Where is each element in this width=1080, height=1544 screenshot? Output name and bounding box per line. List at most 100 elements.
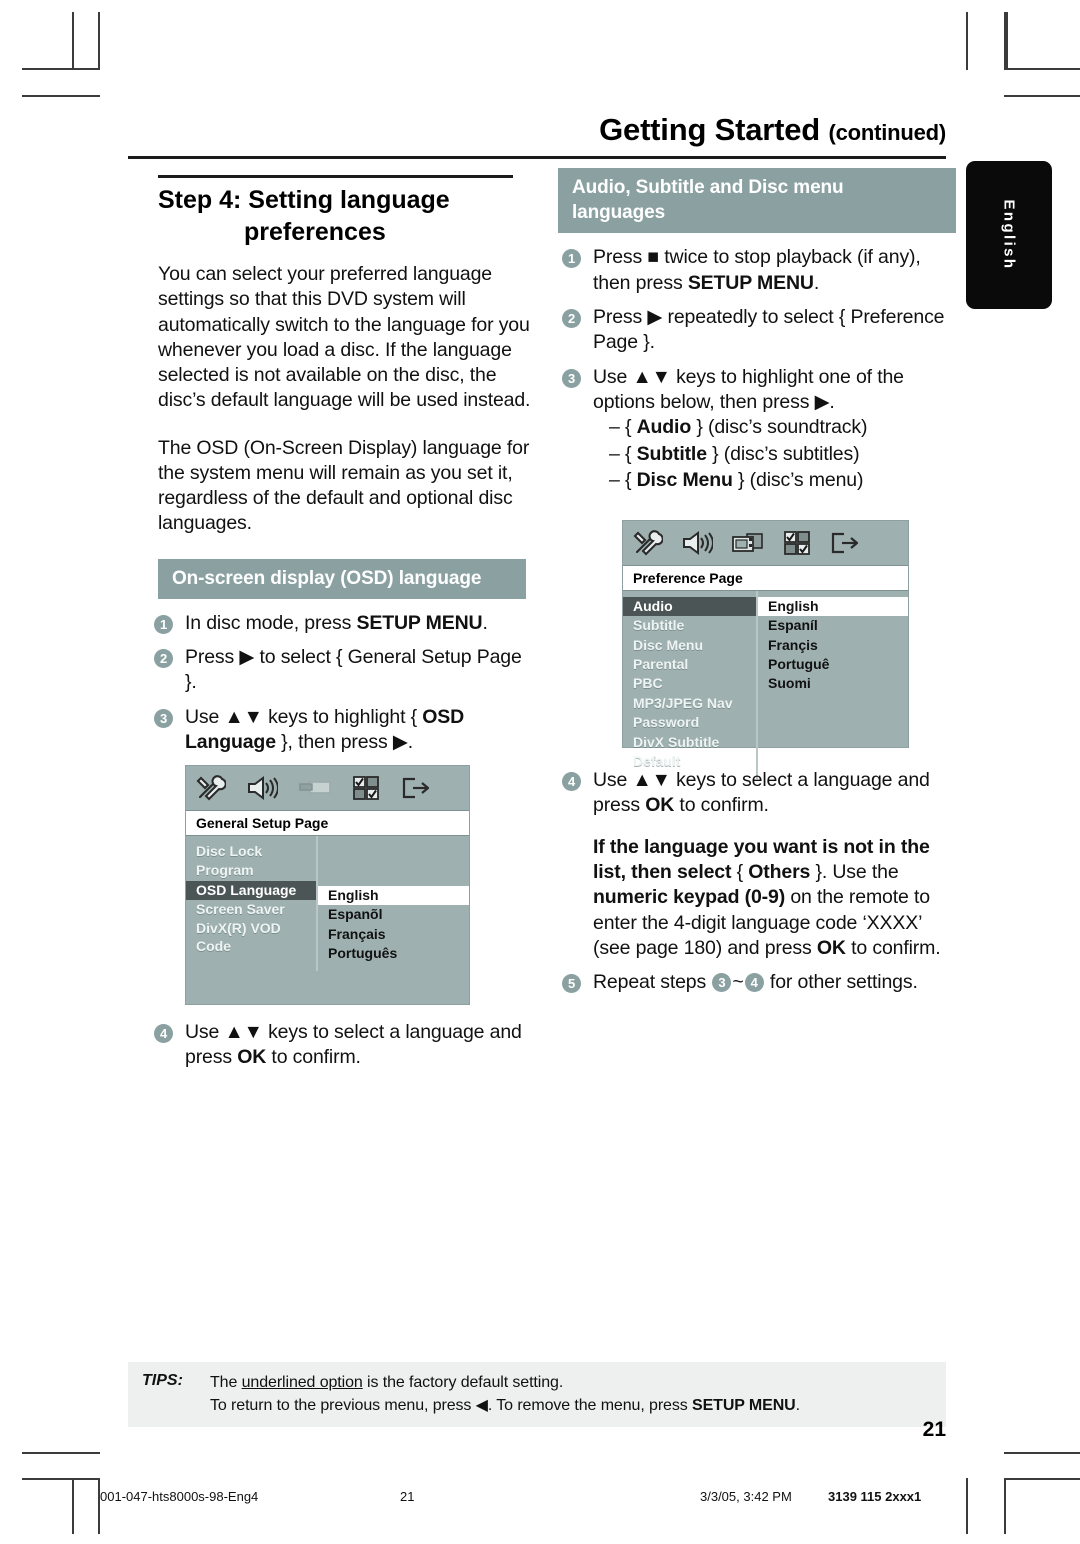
crop-mark-bottom-left-h2	[22, 1452, 100, 1454]
step-text: In disc mode, press SETUP MENU.	[185, 611, 488, 634]
osd-screenshot-general-setup: General Setup Page Disc Lock Program OSD…	[185, 765, 470, 1005]
step5-to: 4	[744, 973, 764, 993]
osd-option[interactable]: Portuguê	[758, 655, 908, 674]
osd-menu-item[interactable]: Subtitle	[623, 616, 756, 635]
osd-menu-item[interactable]: Password	[623, 713, 756, 732]
step5-from: 3	[712, 973, 732, 993]
step-text: Repeat steps 3 ~4 for other settings.	[593, 971, 918, 993]
osd-option[interactable]: Françis	[758, 636, 908, 655]
preference-steps-list: 1 Press ■ twice to stop playback (if any…	[558, 245, 948, 493]
step-heading-line2: preferences	[244, 218, 386, 246]
osd-menu-item-selected[interactable]: OSD Language	[186, 880, 316, 901]
osd-icon-bar	[623, 521, 908, 565]
step-number: 4	[562, 772, 581, 791]
footer-page-number: 21	[400, 1489, 415, 1504]
osd-steps-list: 1 In disc mode, press SETUP MENU. 2 Pres…	[150, 611, 535, 756]
osd-option[interactable]: Espanõl	[318, 905, 469, 924]
step-number: 1	[154, 614, 173, 634]
step3-option: – { Disc Menu } (disc’s menu)	[609, 468, 864, 491]
osd-option-selected[interactable]: English	[318, 886, 469, 906]
osd-menu-item[interactable]: Parental	[623, 655, 756, 674]
osd-screenshot-preference-page: Preference Page Audio Subtitle Disc Menu…	[622, 520, 909, 780]
language-tab-label: English	[1000, 199, 1018, 271]
crop-mark-top-right-v2	[1006, 12, 1008, 70]
tips-underlined-option: underlined option	[241, 1374, 363, 1391]
others-language-note: If the language you want is not in the l…	[593, 835, 941, 960]
footer-date: 3/3/05, 3:42 PM	[700, 1489, 792, 1504]
crop-mark-bottom-left-h	[22, 1478, 100, 1480]
list-item: 4 Use ▲▼ keys to select a language and p…	[558, 768, 950, 819]
osd-options-list: English Espaníl Françis Portuguê Suomi	[758, 591, 908, 779]
osd-option[interactable]: Espaníl	[758, 616, 908, 635]
tools-icon	[196, 775, 226, 801]
crop-mark-bottom-right-h2	[1004, 1452, 1080, 1454]
osd-option[interactable]: Português	[318, 944, 469, 963]
osd-options-list: English Espanõl Français Português	[318, 836, 469, 971]
video-icon	[298, 775, 332, 801]
osd-option[interactable]: Français	[318, 925, 469, 944]
step-text: Use ▲▼ keys to highlight { OSD Language …	[185, 705, 465, 753]
left-column-step4: 4 Use ▲▼ keys to select a language and p…	[150, 1020, 535, 1080]
page-number: 21	[922, 1418, 946, 1441]
osd-menu-item[interactable]: Screen Saver	[186, 900, 316, 919]
osd-menu-list: Audio Subtitle Disc Menu Parental PBC MP…	[623, 591, 758, 780]
step-text: Use ▲▼ keys to highlight one of the opti…	[593, 365, 904, 413]
exit-icon	[400, 775, 432, 801]
osd-option-selected[interactable]: English	[758, 597, 908, 617]
osd-menu-item-selected[interactable]: Audio	[623, 597, 756, 617]
list-item: 3 Use ▲▼ keys to highlight { OSD Languag…	[150, 705, 535, 756]
osd-title: General Setup Page	[186, 810, 469, 836]
list-item: 1 Press ■ twice to stop playback (if any…	[558, 245, 948, 296]
video-icon	[731, 530, 765, 556]
osd-menu-item[interactable]: DivX Subtitle	[623, 733, 756, 752]
speaker-icon	[681, 530, 713, 556]
step-number: 3	[562, 368, 581, 388]
list-item: 2 Press ▶ repeatedly to select { Prefere…	[558, 305, 948, 356]
right-column: Audio, Subtitle and Disc menu languages …	[558, 168, 956, 502]
osd-menu-item[interactable]: Program	[186, 861, 316, 880]
document-page: Getting Started (continued) English Step…	[0, 0, 1080, 1544]
crop-mark-top-left-h	[22, 68, 100, 70]
step-text: Press ■ twice to stop playback (if any),…	[593, 246, 921, 294]
page-title: Getting Started (continued)	[128, 112, 946, 148]
preferences-icon	[352, 775, 380, 801]
osd-menu-list: Disc Lock Program OSD Language Screen Sa…	[186, 836, 318, 972]
intro-paragraph-1: You can select your preferred language s…	[158, 263, 531, 412]
osd-menu-item[interactable]: Disc Menu	[623, 636, 756, 655]
osd-menu-item[interactable]: MP3/JPEG Nav	[623, 694, 756, 713]
step5-sep: ~	[732, 971, 744, 994]
print-footer: 001-047-hts8000s-98-Eng4 21 3/3/05, 3:42…	[0, 1489, 1080, 1515]
header-divider	[128, 156, 946, 159]
osd-menu-item[interactable]: PBC	[623, 674, 756, 693]
crop-mark-bottom-right-h	[1004, 1478, 1080, 1480]
osd-body: Disc Lock Program OSD Language Screen Sa…	[186, 836, 469, 972]
osd-menu-item[interactable]: DivX(R) VOD Code	[186, 919, 316, 956]
step-number: 2	[562, 308, 581, 328]
tips-label: TIPS:	[142, 1372, 183, 1389]
list-item: 2 Press ▶ to select { General Setup Page…	[150, 645, 535, 696]
tips-lines: The underlined option is the factory def…	[210, 1371, 946, 1417]
footer-file-name: 001-047-hts8000s-98-Eng4	[100, 1489, 259, 1504]
step-text: Use ▲▼ keys to select a language and pre…	[185, 1021, 522, 1069]
page-title-main: Getting Started	[599, 112, 821, 147]
osd-menu-item[interactable]: Disc Lock	[186, 842, 316, 861]
step3-option: – { Audio } (disc’s soundtrack)	[609, 416, 868, 439]
step-number: 5	[562, 974, 581, 994]
exit-icon	[829, 530, 861, 556]
list-item: 3 Use ▲▼ keys to highlight one of the op…	[558, 365, 948, 494]
osd-option[interactable]: Suomi	[758, 674, 908, 693]
step-number: 1	[562, 249, 581, 269]
osd-icon-bar	[186, 766, 469, 810]
crop-mark-top-right-v3	[966, 12, 968, 70]
language-tab-english: English	[966, 161, 1052, 309]
step-heading: Step 4: Setting language preferences	[158, 184, 535, 248]
right-column-continued: 4 Use ▲▼ keys to select a language and p…	[558, 768, 950, 1005]
osd-title: Preference Page	[623, 565, 908, 591]
step5-suffix: for other settings.	[769, 971, 918, 994]
tips-line1-pre: The	[210, 1374, 242, 1391]
osd-body: Audio Subtitle Disc Menu Parental PBC MP…	[623, 591, 908, 780]
list-item: 4 Use ▲▼ keys to select a language and p…	[150, 1020, 535, 1071]
step3-option-list: – { Audio } (disc’s soundtrack) – { Subt…	[609, 415, 948, 493]
crop-mark-top-right-h	[1004, 68, 1080, 70]
intro-paragraph-2: The OSD (On-Screen Display) language for…	[158, 436, 530, 535]
